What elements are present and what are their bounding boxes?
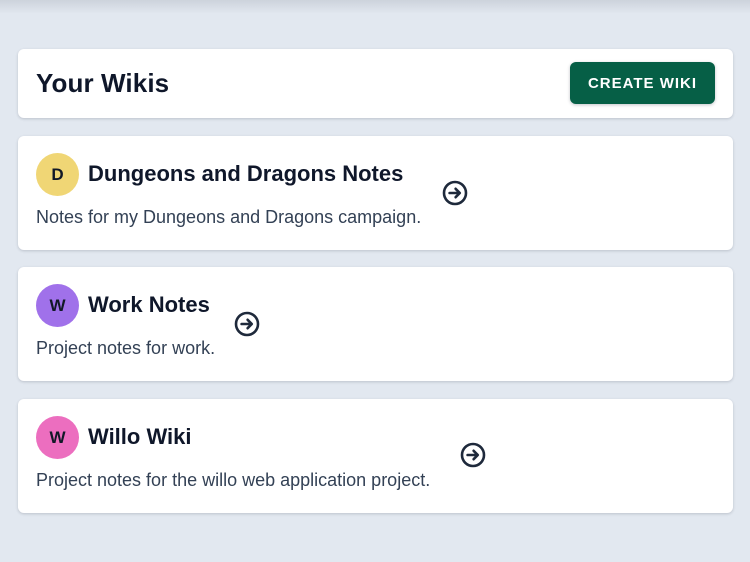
arrow-circle-right-icon[interactable] [459,441,487,469]
wikis-header: Your Wikis CREATE WIKI [18,49,733,118]
page-title: Your Wikis [36,68,170,98]
wiki-title: Work Notes [88,292,210,317]
wiki-description: Notes for my Dungeons and Dragons campai… [36,207,422,227]
wiki-avatar: D [36,153,79,196]
arrow-circle-right-icon[interactable] [233,310,261,338]
wiki-avatar: W [36,416,79,459]
wiki-card-willo-wiki[interactable]: W Willo Wiki Project notes for the willo… [18,399,733,513]
wiki-avatar: W [36,284,79,327]
create-wiki-button[interactable]: CREATE WIKI [570,62,715,104]
wiki-description: Project notes for the willo web applicat… [36,470,431,490]
wiki-card-dungeons-and-dragons[interactable]: D Dungeons and Dragons Notes Notes for m… [18,136,733,250]
wiki-description: Project notes for work. [36,338,216,358]
arrow-circle-right-icon[interactable] [441,179,469,207]
top-bar-shadow [0,0,750,14]
wiki-title: Dungeons and Dragons Notes [88,161,404,186]
wiki-card-work-notes[interactable]: W Work Notes Project notes for work. [18,267,733,381]
wiki-title: Willo Wiki [88,424,192,449]
